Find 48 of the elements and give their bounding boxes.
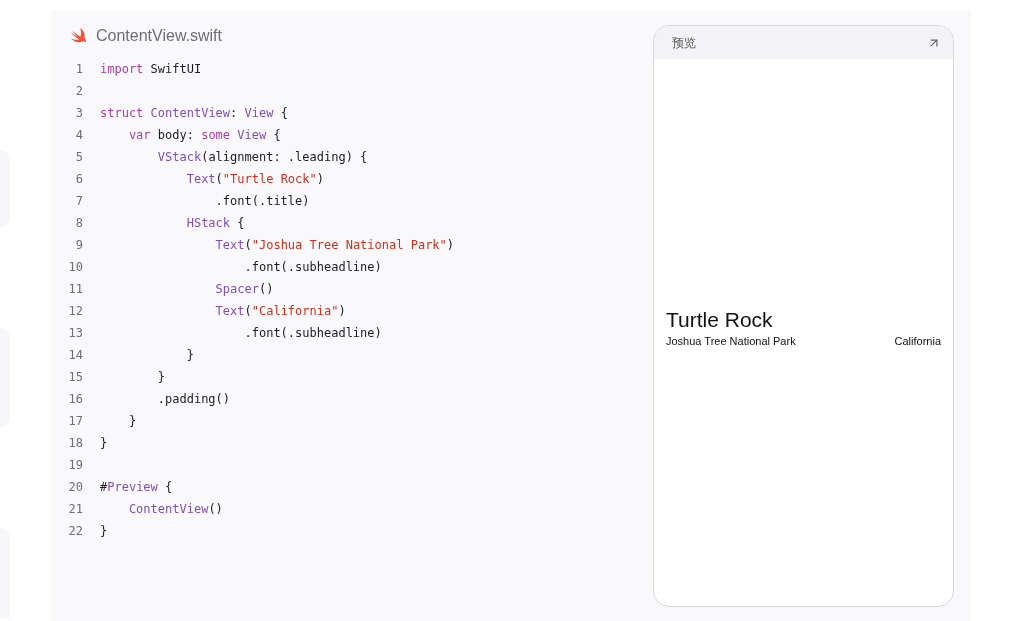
preview-subtitle: Joshua Tree National Park (666, 334, 796, 350)
code-line: struct ContentView: View { (100, 105, 288, 122)
line-number: 3 (74, 105, 83, 122)
code-line: Text("California") (214, 303, 346, 320)
line-number: 22 (68, 523, 83, 540)
line-number: 18 (68, 435, 83, 452)
code-line: Spacer() (214, 281, 274, 298)
code-line: } (127, 413, 137, 430)
code-line: .padding() (156, 391, 231, 408)
line-number: 17 (68, 413, 83, 430)
code-line: var body: some View { (127, 127, 281, 144)
line-number: 6 (74, 171, 83, 188)
line-number: 13 (68, 325, 83, 342)
code-line: } (100, 523, 108, 540)
line-number: 12 (68, 303, 83, 320)
line-number: 19 (68, 457, 83, 474)
line-number: 14 (68, 347, 83, 364)
code-line: Text("Joshua Tree National Park") (214, 237, 455, 254)
code-line: .font(.subheadline) (243, 259, 382, 276)
line-number: 15 (68, 369, 83, 386)
line-number: 1 (74, 61, 83, 78)
line-number: 2 (74, 83, 83, 100)
line-number: 10 (68, 259, 83, 276)
code-line: .font(.title) (214, 193, 310, 210)
code-line: import SwiftUI (100, 61, 202, 78)
file-name: ContentView.swift (96, 26, 222, 46)
code-line: } (100, 435, 108, 452)
line-number: 8 (74, 215, 83, 232)
line-number: 20 (68, 479, 83, 496)
code-line: Text("Turtle Rock") (185, 171, 324, 188)
code-line: #Preview { (100, 479, 173, 496)
line-number: 4 (74, 127, 83, 144)
line-number: 21 (68, 501, 83, 518)
preview-heading: Turtle Rock (666, 307, 774, 334)
bird-logo-icon (68, 27, 88, 45)
code-line: } (156, 369, 166, 386)
code-line: ContentView() (127, 501, 223, 518)
code-line: VStack(alignment: .leading) { (156, 149, 368, 166)
line-number: 16 (68, 391, 83, 408)
line-number: 5 (74, 149, 83, 166)
preview-location: California (894, 334, 941, 350)
code-line: } (185, 347, 194, 364)
line-number: 11 (68, 281, 83, 298)
code-line: .font(.subheadline) (243, 325, 382, 342)
line-number: 7 (74, 193, 83, 210)
line-number: 9 (74, 237, 83, 254)
code-line: HStack { (185, 215, 245, 232)
preview-title: 预览 (672, 34, 696, 52)
